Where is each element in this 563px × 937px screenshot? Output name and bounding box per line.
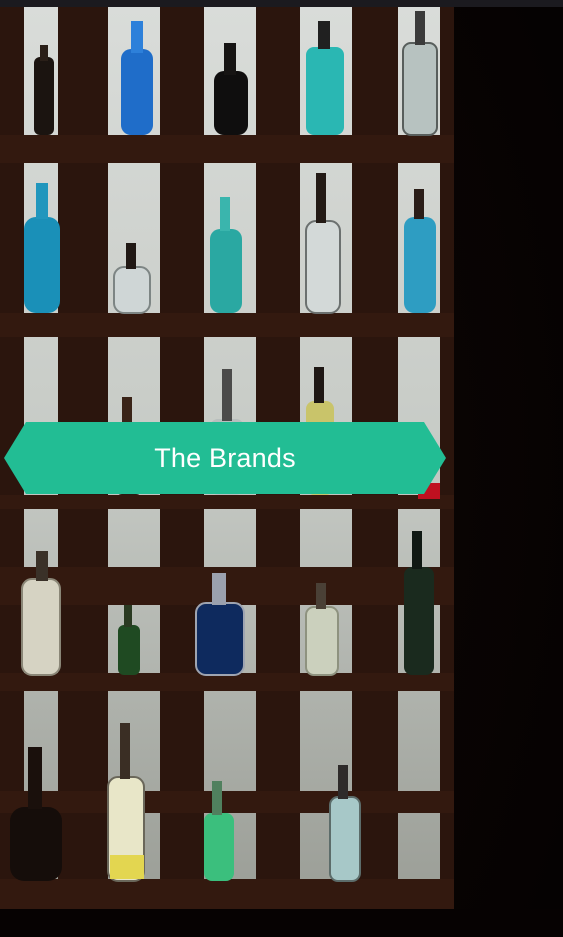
the-brands-button[interactable]: The Brands <box>4 422 446 494</box>
top-bar <box>0 0 563 7</box>
the-brands-label: The Brands <box>154 442 296 473</box>
page: The Brands <box>0 0 563 937</box>
